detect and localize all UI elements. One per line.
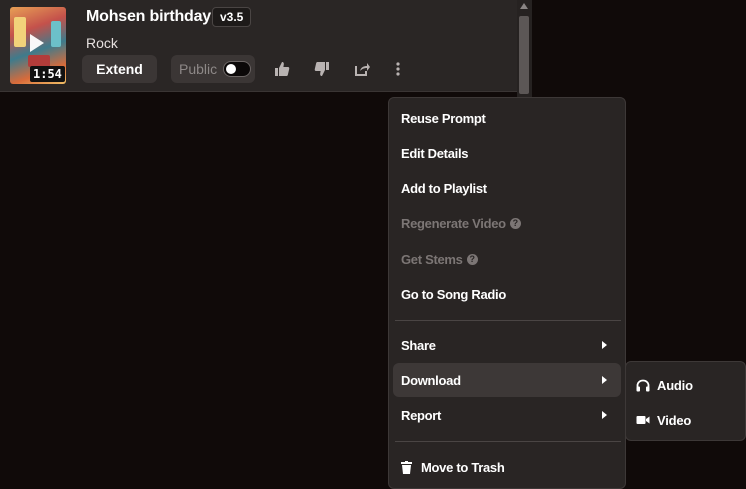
menu-item-download[interactable]: Download (393, 363, 621, 397)
help-icon[interactable]: ? (466, 253, 478, 265)
menu-item-report[interactable]: Report (393, 398, 621, 432)
video-camera-icon (636, 416, 650, 424)
submenu-item-label: Video (657, 412, 692, 428)
menu-divider (395, 441, 621, 442)
menu-item-get-stems: Get Stems ? (393, 242, 621, 276)
help-icon[interactable]: ? (509, 217, 521, 229)
menu-item-reuse-prompt[interactable]: Reuse Prompt (393, 101, 621, 135)
chevron-right-icon (602, 376, 607, 384)
submenu-item-audio[interactable]: Audio (636, 373, 693, 397)
track-card: 1:54 Mohsen birthday v3.5 Rock Extend Pu… (0, 0, 532, 92)
extend-button[interactable]: Extend (82, 55, 157, 83)
menu-divider (395, 320, 621, 321)
thumbs-down-icon[interactable] (313, 60, 331, 78)
menu-item-share[interactable]: Share (393, 328, 621, 362)
scroll-up-arrow-icon[interactable] (520, 3, 528, 9)
menu-item-label: Regenerate Video (401, 215, 506, 231)
menu-item-label: Add to Playlist (401, 180, 487, 196)
duration-label: 1:54 (30, 66, 65, 82)
menu-item-move-to-trash[interactable]: Move to Trash (393, 450, 621, 484)
public-switch[interactable] (223, 61, 251, 77)
context-menu: Reuse Prompt Edit Details Add to Playlis… (388, 97, 626, 489)
menu-item-regenerate-video: Regenerate Video ? (393, 206, 621, 240)
more-vertical-icon[interactable] (389, 60, 407, 78)
play-icon[interactable] (30, 34, 44, 52)
submenu-item-label: Audio (657, 377, 693, 393)
public-toggle[interactable]: Public (171, 55, 255, 83)
scrollbar-thumb[interactable] (519, 16, 529, 94)
scrollbar[interactable] (517, 0, 532, 97)
menu-item-label: Share (401, 337, 436, 353)
public-label: Public (179, 61, 218, 77)
thumbs-up-icon[interactable] (273, 60, 291, 78)
menu-item-label: Reuse Prompt (401, 110, 486, 126)
menu-item-label: Move to Trash (421, 459, 505, 475)
menu-item-edit-details[interactable]: Edit Details (393, 136, 621, 170)
track-genre[interactable]: Rock (86, 35, 118, 51)
menu-item-label: Get Stems (401, 251, 463, 267)
menu-item-song-radio[interactable]: Go to Song Radio (393, 277, 621, 311)
chevron-right-icon (602, 411, 607, 419)
menu-item-label: Go to Song Radio (401, 286, 506, 302)
menu-item-label: Edit Details (401, 145, 469, 161)
share-icon[interactable] (353, 60, 371, 78)
menu-item-add-to-playlist[interactable]: Add to Playlist (393, 171, 621, 205)
download-submenu: Audio Video (625, 361, 746, 441)
chevron-right-icon (602, 341, 607, 349)
submenu-item-video[interactable]: Video (636, 408, 691, 432)
cover-art[interactable]: 1:54 (10, 7, 66, 84)
trash-icon (401, 460, 412, 474)
menu-item-label: Download (401, 372, 461, 388)
menu-item-label: Report (401, 407, 442, 423)
track-title[interactable]: Mohsen birthday (86, 8, 211, 26)
version-badge: v3.5 (212, 7, 252, 27)
headphones-icon (636, 379, 650, 391)
